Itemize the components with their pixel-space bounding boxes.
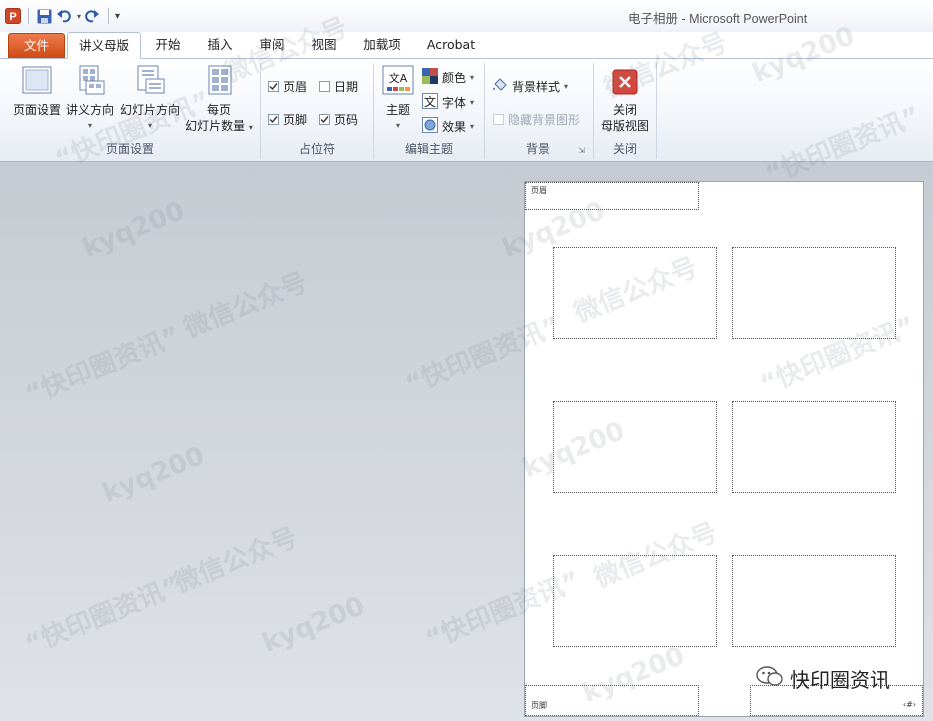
slide-orientation-icon bbox=[118, 65, 182, 99]
effects-button[interactable]: 效果 ▾ bbox=[422, 117, 474, 136]
slides-per-page-icon bbox=[182, 65, 256, 99]
fonts-dropdown-icon: ▾ bbox=[470, 98, 475, 107]
effects-dropdown-icon: ▾ bbox=[470, 122, 475, 131]
date-check-icon[interactable] bbox=[319, 81, 330, 92]
dialog-launcher-icon[interactable]: ⇲ bbox=[578, 146, 585, 155]
themes-dropdown-icon: ▾ bbox=[395, 121, 400, 130]
slide-placeholder[interactable] bbox=[553, 401, 717, 493]
footer-check-icon[interactable] bbox=[268, 114, 279, 125]
handout-orientation-icon bbox=[64, 65, 116, 99]
page-setup-icon bbox=[8, 65, 66, 99]
footer-checkbox[interactable]: 页脚 bbox=[268, 111, 307, 128]
svg-text:P: P bbox=[9, 11, 16, 23]
header-placeholder[interactable]: 页眉 bbox=[525, 182, 699, 210]
close-master-view-button[interactable]: 关闭 母版视图 bbox=[596, 69, 654, 134]
slide-placeholder[interactable] bbox=[553, 247, 717, 339]
wechat-icon bbox=[756, 665, 784, 692]
colors-dropdown-icon: ▾ bbox=[470, 73, 475, 82]
save-icon[interactable] bbox=[35, 7, 53, 25]
tab-review[interactable]: 审阅 bbox=[249, 32, 295, 58]
group-label-background: 背景 bbox=[525, 142, 550, 156]
themes-button[interactable]: 文A 主题 ▾ bbox=[380, 65, 416, 134]
slide-placeholder[interactable] bbox=[553, 555, 717, 647]
effects-icon bbox=[422, 117, 438, 136]
ribbon-tabs: 文件 讲义母版 开始 插入 审阅 视图 加载项 Acrobat bbox=[0, 32, 933, 59]
undo-dropdown-icon[interactable]: ▾ bbox=[77, 12, 81, 21]
tab-acrobat[interactable]: Acrobat bbox=[419, 32, 483, 58]
page-setup-button[interactable]: 页面设置 bbox=[8, 65, 66, 118]
tab-addins[interactable]: 加载项 bbox=[353, 32, 411, 58]
handout-orientation-button[interactable]: 讲义方向 ▾ bbox=[64, 65, 116, 134]
tab-home[interactable]: 开始 bbox=[145, 32, 191, 58]
colors-icon bbox=[422, 68, 438, 87]
handout-master-page[interactable]: 页眉 页脚 ‹#› bbox=[524, 181, 924, 717]
slide-placeholder[interactable] bbox=[732, 555, 896, 647]
paint-bucket-icon bbox=[492, 77, 508, 96]
undo-icon[interactable] bbox=[56, 7, 74, 25]
page-number-checkbox[interactable]: 页码 bbox=[319, 111, 358, 128]
header-checkbox[interactable]: 页眉 bbox=[268, 78, 307, 95]
group-label-page-setup: 页面设置 bbox=[105, 142, 154, 156]
quick-access-toolbar: P ▾ ▾ bbox=[4, 7, 120, 25]
group-edit-theme: 文A 主题 ▾ 颜色 ▾ 文 字体 ▾ 效果 ▾ 编辑主题 bbox=[374, 59, 484, 161]
tab-view[interactable]: 视图 bbox=[301, 32, 347, 58]
header-check-icon[interactable] bbox=[268, 81, 279, 92]
powerpoint-app-icon[interactable]: P bbox=[4, 7, 22, 25]
date-checkbox[interactable]: 日期 bbox=[319, 78, 358, 95]
group-label-edit-theme: 编辑主题 bbox=[404, 142, 453, 156]
tab-file[interactable]: 文件 bbox=[8, 33, 65, 58]
handout-orientation-dropdown-icon: ▾ bbox=[87, 121, 92, 130]
fonts-button[interactable]: 文 字体 ▾ bbox=[422, 93, 474, 112]
background-styles-button[interactable]: 背景样式 ▾ bbox=[492, 77, 568, 96]
hide-graphics-check-icon[interactable] bbox=[493, 114, 504, 125]
slide-placeholder[interactable] bbox=[732, 401, 896, 493]
slide-orientation-dropdown-icon: ▾ bbox=[147, 121, 152, 130]
svg-text:文: 文 bbox=[424, 94, 436, 109]
group-label-close: 关闭 bbox=[612, 142, 637, 156]
ribbon: 页面设置 讲义方向 ▾ 幻灯片方向 ▾ 每页 幻灯片数量 ▾ 页面设置 页眉 日… bbox=[0, 58, 933, 162]
footer-placeholder[interactable]: 页脚 bbox=[525, 685, 699, 716]
slides-per-page-button[interactable]: 每页 幻灯片数量 ▾ bbox=[182, 65, 256, 136]
group-placeholders: 页眉 日期 页脚 页码 占位符 bbox=[261, 59, 373, 161]
hide-background-graphics-checkbox[interactable]: 隐藏背景图形 bbox=[493, 111, 580, 128]
background-styles-dropdown-icon: ▾ bbox=[564, 82, 569, 91]
customize-qat-icon[interactable]: ▾ bbox=[115, 11, 120, 22]
slide-placeholder[interactable] bbox=[732, 247, 896, 339]
group-background: 背景样式 ▾ 隐藏背景图形 背景 ⇲ bbox=[485, 59, 591, 161]
window-title: 电子相册 - Microsoft PowerPoint bbox=[628, 12, 808, 26]
tab-insert[interactable]: 插入 bbox=[197, 32, 243, 58]
fonts-icon: 文 bbox=[422, 93, 438, 112]
tab-handout-master[interactable]: 讲义母版 bbox=[67, 32, 141, 59]
themes-icon: 文A bbox=[380, 65, 416, 99]
brand-text: 快印圈资讯 bbox=[790, 668, 890, 692]
group-label-placeholders: 占位符 bbox=[298, 142, 335, 156]
close-icon bbox=[596, 69, 654, 99]
title-bar: P ▾ ▾ 电子相册 - Microsoft PowerPoint bbox=[0, 0, 933, 32]
brand-mark: 快印圈资讯 bbox=[756, 664, 890, 693]
colors-button[interactable]: 颜色 ▾ bbox=[422, 68, 474, 87]
svg-text:文A: 文A bbox=[389, 71, 408, 85]
slides-per-page-dropdown-icon: ▾ bbox=[248, 123, 253, 132]
group-close: 关闭 母版视图 关闭 bbox=[594, 59, 656, 161]
redo-icon[interactable] bbox=[84, 7, 102, 25]
slide-orientation-button[interactable]: 幻灯片方向 ▾ bbox=[118, 65, 182, 134]
group-page-setup: 页面设置 讲义方向 ▾ 幻灯片方向 ▾ 每页 幻灯片数量 ▾ 页面设置 bbox=[0, 59, 260, 161]
page-number-check-icon[interactable] bbox=[319, 114, 330, 125]
